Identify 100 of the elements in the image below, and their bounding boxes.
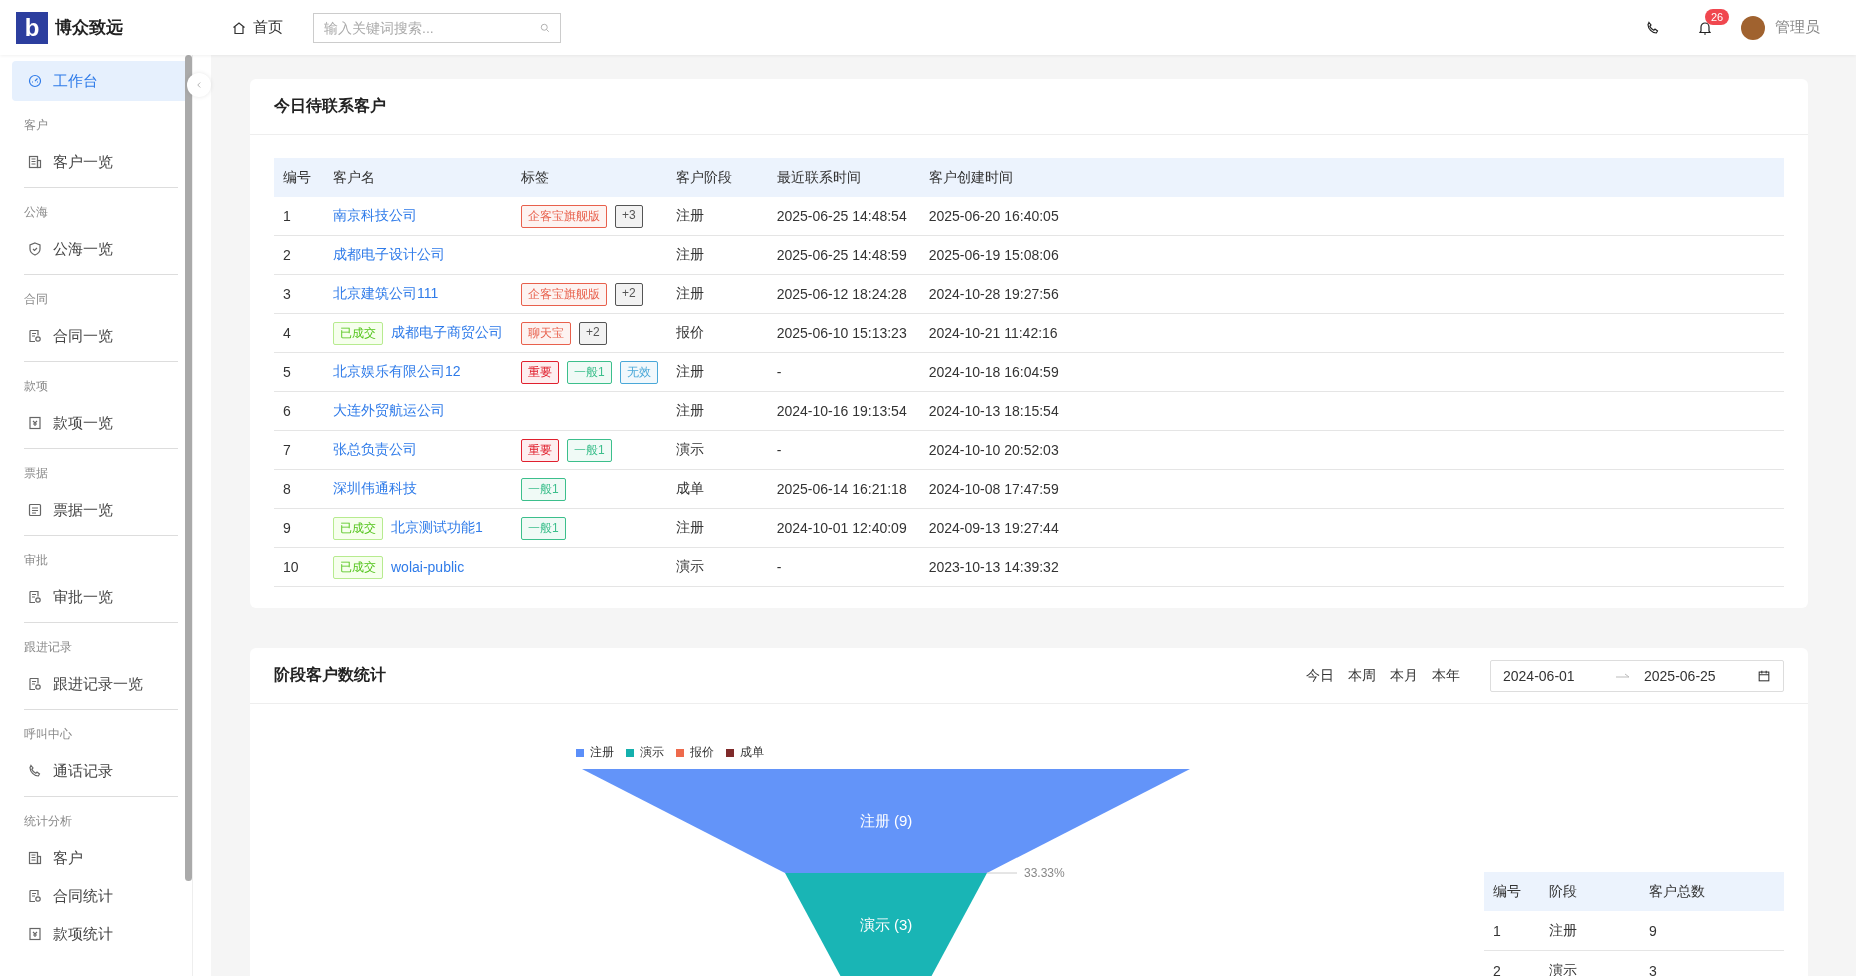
table-cell: 2024-09-13 19:27:44	[919, 508, 1784, 548]
column-header: 客户总数	[1640, 872, 1784, 911]
logo: b	[16, 11, 48, 44]
sidebar-item[interactable]: 通话记录	[12, 752, 189, 790]
sidebar-item[interactable]: 客户	[12, 839, 189, 877]
column-header: 编号	[1484, 872, 1540, 911]
list-icon	[27, 502, 43, 518]
user-name[interactable]: 管理员	[1775, 18, 1820, 37]
table-cell: 6	[274, 391, 324, 431]
search-icon	[539, 21, 551, 34]
table-cell: 3	[1640, 950, 1784, 976]
phone-icon	[27, 763, 43, 779]
table-cell: 10	[274, 547, 324, 587]
table-cell: 注册	[666, 508, 768, 548]
table-cell: 2025-06-14 16:21:18	[767, 469, 920, 509]
phone-button[interactable]	[1645, 19, 1661, 36]
range-button[interactable]: 今日	[1306, 666, 1334, 685]
range-button[interactable]: 本周	[1348, 666, 1376, 685]
column-header: 最近联系时间	[767, 158, 920, 197]
date-range-field[interactable]: 2024-06-01 2025-06-25	[1490, 659, 1784, 692]
sidebar-item[interactable]: 合同一览	[12, 317, 189, 355]
sidebar-item[interactable]: 审批一览	[12, 578, 189, 616]
tag: 重要	[521, 360, 559, 384]
customer-link[interactable]: wolai-public	[391, 559, 465, 575]
table-cell: 报价	[666, 313, 768, 353]
table-cell: 9	[274, 508, 324, 548]
table-cell: 注册	[666, 235, 768, 275]
status-badge: 已成交	[333, 555, 383, 579]
table-cell: -	[767, 430, 920, 470]
shield-icon	[27, 241, 43, 257]
column-header: 阶段	[1540, 872, 1640, 911]
tag: 聊天宝	[521, 321, 571, 345]
sidebar-item[interactable]: 票据一览	[12, 491, 189, 529]
customer-link[interactable]: 北京测试功能1	[391, 519, 483, 537]
brand-name: 博众致远	[55, 17, 123, 39]
range-button[interactable]: 本年	[1432, 666, 1460, 685]
notification-badge: 26	[1705, 8, 1730, 25]
tag: 企客宝旗舰版	[521, 204, 607, 228]
phone-icon	[1645, 19, 1661, 36]
customer-link[interactable]: 成都电子设计公司	[333, 246, 445, 264]
table-cell: 2024-10-13 18:15:54	[919, 391, 1784, 431]
tag: +3	[615, 204, 643, 228]
status-badge: 已成交	[333, 321, 383, 345]
notification-button[interactable]	[1697, 19, 1713, 36]
column-header: 客户创建时间	[919, 158, 1784, 197]
column-header: 客户阶段	[666, 158, 768, 197]
tag: 一般1	[521, 516, 566, 540]
legend-item[interactable]: 注册	[576, 744, 614, 761]
document-icon	[27, 589, 43, 605]
customer-link[interactable]: 南京科技公司	[333, 207, 417, 225]
tag: 企客宝旗舰版	[521, 282, 607, 306]
receipt-icon	[27, 926, 43, 942]
building-icon	[27, 154, 43, 170]
tag: 无效	[619, 360, 658, 384]
sidebar-item[interactable]: 跟进记录一览	[12, 665, 189, 703]
sidebar-item[interactable]: 款项一览	[12, 404, 189, 442]
section-label: 跟进记录	[23, 639, 73, 656]
section-label: 统计分析	[23, 813, 73, 830]
legend-item[interactable]: 成单	[726, 744, 764, 761]
document-icon	[27, 676, 43, 692]
legend-item[interactable]: 演示	[626, 744, 664, 761]
table-cell: 2024-10-08 17:47:59	[919, 469, 1784, 509]
table-cell: 注册	[666, 274, 768, 314]
sidebar-item[interactable]: 公海一览	[12, 230, 189, 268]
sidebar-item[interactable]: 合同统计	[12, 877, 189, 915]
table-cell: 5	[274, 352, 324, 392]
section-label: 审批	[23, 552, 49, 569]
search-field[interactable]: 输入关键词搜索...	[313, 12, 561, 43]
range-button[interactable]: 本月	[1390, 666, 1418, 685]
scrollbar[interactable]	[185, 55, 192, 881]
customer-link[interactable]: 北京娱乐有限公司12	[333, 363, 461, 381]
table-cell: 演示	[1540, 950, 1640, 976]
legend-item[interactable]: 报价	[676, 744, 714, 761]
tag: 一般1	[567, 438, 612, 462]
table-cell: 2023-10-13 14:39:32	[919, 547, 1784, 587]
customer-link[interactable]: 张总负责公司	[333, 441, 417, 459]
sidebar-item[interactable]: 客户一览	[12, 143, 189, 181]
table-cell: 8	[274, 469, 324, 509]
section-label: 合同	[23, 291, 49, 308]
customer-link[interactable]: 深圳伟通科技	[333, 480, 417, 498]
section-label: 票据	[23, 465, 49, 482]
card-title: 今日待联系客户	[274, 96, 386, 116]
table-cell: 2024-10-10 20:52:03	[919, 430, 1784, 470]
table-cell: 1	[1484, 911, 1540, 951]
document-icon	[27, 328, 43, 344]
table-cell: 7	[274, 430, 324, 470]
table-cell: 注册	[666, 352, 768, 392]
sidebar-item[interactable]: 款项统计	[12, 915, 189, 953]
customer-link[interactable]: 北京建筑公司111	[333, 285, 439, 303]
receipt-icon	[27, 415, 43, 431]
customer-link[interactable]: 成都电子商贸公司	[391, 324, 503, 342]
avatar[interactable]	[1741, 15, 1765, 40]
customer-link[interactable]: 大连外贸航运公司	[333, 402, 445, 420]
table-cell: 2025-06-25 14:48:54	[767, 197, 920, 236]
table-cell: 2024-10-21 11:42:16	[919, 313, 1784, 353]
tag: +2	[615, 282, 643, 306]
table-cell: -	[767, 547, 920, 587]
table-cell: 2024-10-18 16:04:59	[919, 352, 1784, 392]
home-link[interactable]: 首页	[231, 18, 283, 37]
table-cell: 注册	[1540, 911, 1640, 951]
